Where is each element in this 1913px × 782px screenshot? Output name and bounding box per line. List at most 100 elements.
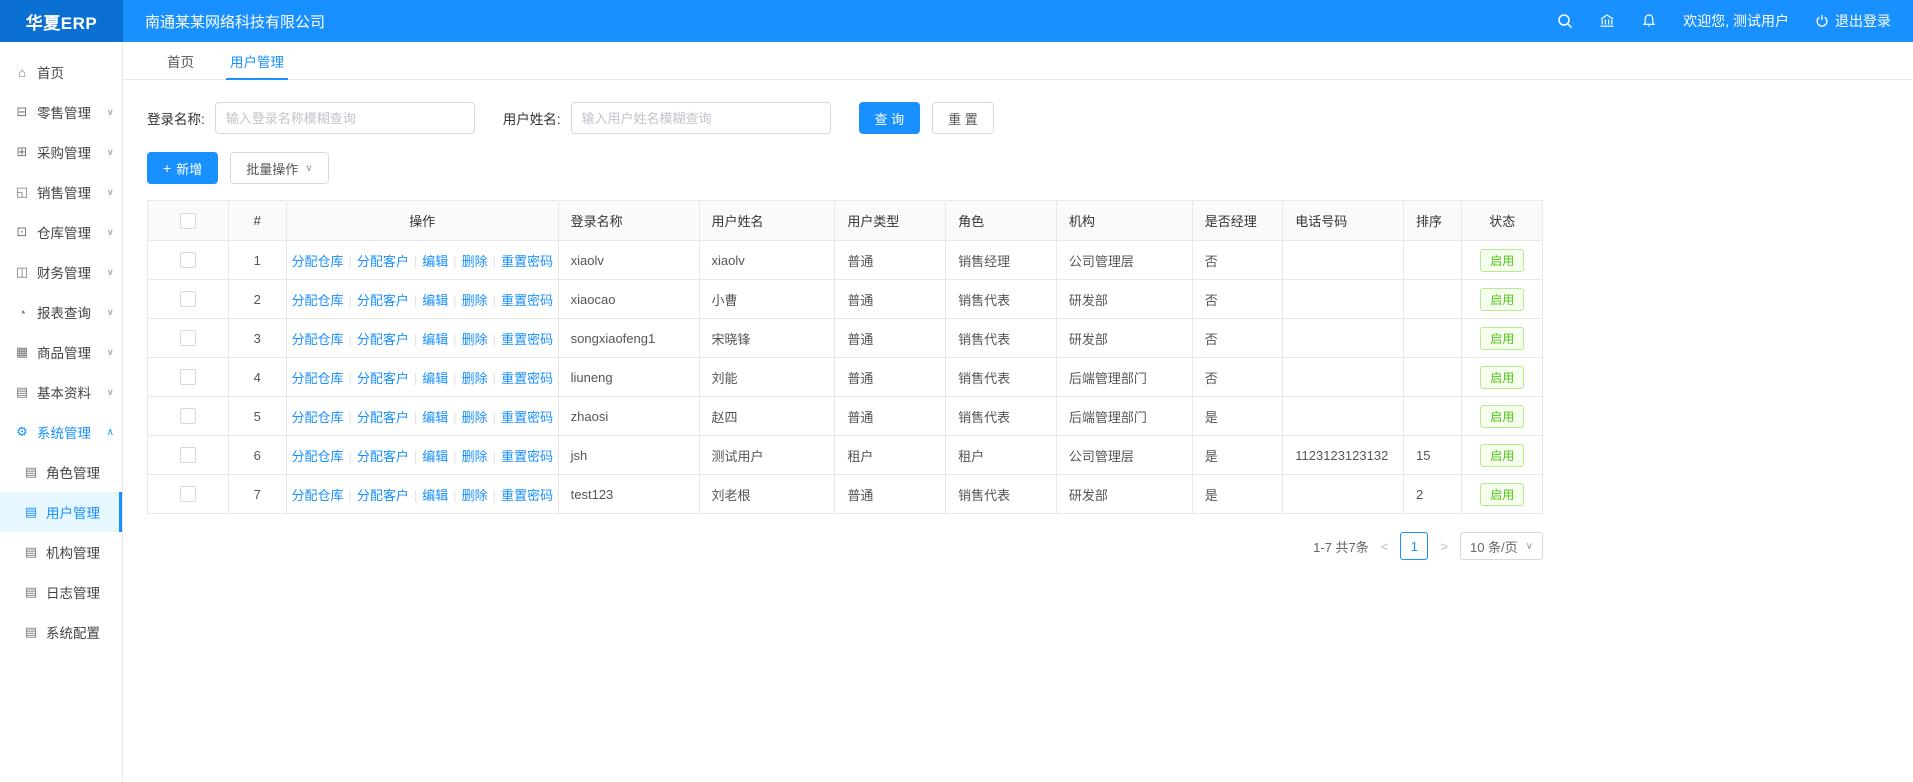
pagination: 1-7 共7条 < 1 > 10 条/页 ∨ bbox=[147, 532, 1543, 560]
link-divider: | bbox=[493, 254, 496, 269]
reset-password-link[interactable]: 重置密码 bbox=[501, 371, 553, 386]
edit-link[interactable]: 编辑 bbox=[422, 488, 448, 503]
current-page-button[interactable]: 1 bbox=[1400, 532, 1428, 560]
row-operations: 分配仓库|分配客户|编辑|删除|重置密码 bbox=[286, 319, 558, 358]
sidebar-subitem-org[interactable]: ▤机构管理 bbox=[0, 532, 122, 572]
table-row: 4分配仓库|分配客户|编辑|删除|重置密码liuneng刘能普通销售代表后端管理… bbox=[148, 358, 1543, 397]
row-checkbox[interactable] bbox=[180, 486, 196, 502]
sidebar-item-purchase[interactable]: ⊞采购管理∨ bbox=[0, 132, 122, 172]
search-button[interactable]: 查 询 bbox=[859, 102, 921, 134]
chevron-down-icon: ∨ bbox=[107, 307, 114, 318]
cell-user-name: 小曹 bbox=[699, 280, 835, 319]
assign-customer-link[interactable]: 分配客户 bbox=[357, 371, 409, 386]
sidebar-subitem-user[interactable]: ▤用户管理 bbox=[0, 492, 122, 532]
tab-user-management[interactable]: 用户管理 bbox=[212, 42, 302, 79]
reset-password-link[interactable]: 重置密码 bbox=[501, 254, 553, 269]
assign-customer-link[interactable]: 分配客户 bbox=[357, 254, 409, 269]
sidebar-item-basic-data[interactable]: ▤基本资料∨ bbox=[0, 372, 122, 412]
row-index: 7 bbox=[228, 475, 286, 514]
sidebar-item-report[interactable]: ◔报表查询∨ bbox=[0, 292, 122, 332]
tab-home[interactable]: 首页 bbox=[149, 42, 212, 79]
assign-warehouse-link[interactable]: 分配仓库 bbox=[291, 371, 343, 386]
assign-customer-link[interactable]: 分配客户 bbox=[357, 293, 409, 308]
delete-link[interactable]: 删除 bbox=[462, 371, 488, 386]
column-header-5: 角色 bbox=[946, 201, 1057, 241]
assign-customer-link[interactable]: 分配客户 bbox=[357, 488, 409, 503]
cell-role: 销售代表 bbox=[946, 358, 1057, 397]
link-divider: | bbox=[453, 371, 456, 386]
cell-status: 启用 bbox=[1462, 436, 1543, 475]
edit-link[interactable]: 编辑 bbox=[422, 410, 448, 425]
row-checkbox[interactable] bbox=[180, 330, 196, 346]
login-name-input[interactable] bbox=[215, 102, 475, 134]
reset-password-link[interactable]: 重置密码 bbox=[501, 410, 553, 425]
edit-link[interactable]: 编辑 bbox=[422, 254, 448, 269]
delete-link[interactable]: 删除 bbox=[462, 488, 488, 503]
page-size-select[interactable]: 10 条/页 ∨ bbox=[1460, 532, 1543, 560]
reset-password-link[interactable]: 重置密码 bbox=[501, 332, 553, 347]
edit-link[interactable]: 编辑 bbox=[422, 332, 448, 347]
select-all-checkbox[interactable] bbox=[180, 213, 196, 229]
delete-link[interactable]: 删除 bbox=[462, 332, 488, 347]
filter-bar: 登录名称: 用户姓名: 查 询 重 置 bbox=[147, 102, 1889, 134]
sidebar-item-warehouse[interactable]: ⊡仓库管理∨ bbox=[0, 212, 122, 252]
batch-actions-button[interactable]: 批量操作 ∨ bbox=[230, 152, 328, 184]
delete-link[interactable]: 删除 bbox=[462, 449, 488, 464]
row-checkbox[interactable] bbox=[180, 291, 196, 307]
link-divider: | bbox=[414, 254, 417, 269]
next-page-button[interactable]: > bbox=[1438, 539, 1450, 554]
cell-user-name: 刘能 bbox=[699, 358, 835, 397]
cell-status: 启用 bbox=[1462, 397, 1543, 436]
reset-password-link[interactable]: 重置密码 bbox=[501, 449, 553, 464]
document-icon: ▤ bbox=[23, 584, 39, 600]
edit-link[interactable]: 编辑 bbox=[422, 371, 448, 386]
select-all-header-cell bbox=[148, 201, 229, 241]
assign-customer-link[interactable]: 分配客户 bbox=[357, 449, 409, 464]
assign-warehouse-link[interactable]: 分配仓库 bbox=[291, 488, 343, 503]
sidebar-subitem-config[interactable]: ▤系统配置 bbox=[0, 612, 122, 652]
sidebar-item-home[interactable]: ⌂首页 bbox=[0, 52, 122, 92]
sidebar-item-goods[interactable]: ▦商品管理∨ bbox=[0, 332, 122, 372]
welcome-text: 欢迎您, 测试用户 bbox=[1683, 11, 1789, 31]
sidebar-subitem-role[interactable]: ▤角色管理 bbox=[0, 452, 122, 492]
tenant-bank-icon[interactable] bbox=[1599, 13, 1615, 29]
assign-warehouse-link[interactable]: 分配仓库 bbox=[291, 449, 343, 464]
cell-phone bbox=[1283, 280, 1404, 319]
assign-customer-link[interactable]: 分配客户 bbox=[357, 332, 409, 347]
add-button[interactable]: + 新增 bbox=[147, 152, 218, 184]
status-badge: 启用 bbox=[1480, 444, 1524, 467]
delete-link[interactable]: 删除 bbox=[462, 293, 488, 308]
assign-warehouse-link[interactable]: 分配仓库 bbox=[291, 293, 343, 308]
search-icon[interactable] bbox=[1557, 13, 1573, 29]
edit-link[interactable]: 编辑 bbox=[422, 449, 448, 464]
delete-link[interactable]: 删除 bbox=[462, 254, 488, 269]
row-checkbox[interactable] bbox=[180, 252, 196, 268]
sidebar-item-system[interactable]: ⚙系统管理∧ bbox=[0, 412, 122, 452]
prev-page-button[interactable]: < bbox=[1379, 539, 1391, 554]
row-select-cell bbox=[148, 436, 229, 475]
sidebar-item-sales[interactable]: ◱销售管理∨ bbox=[0, 172, 122, 212]
assign-warehouse-link[interactable]: 分配仓库 bbox=[291, 410, 343, 425]
row-checkbox[interactable] bbox=[180, 408, 196, 424]
cell-sort bbox=[1404, 241, 1462, 280]
reset-password-link[interactable]: 重置密码 bbox=[501, 293, 553, 308]
edit-link[interactable]: 编辑 bbox=[422, 293, 448, 308]
column-header-6: 机构 bbox=[1056, 201, 1192, 241]
assign-warehouse-link[interactable]: 分配仓库 bbox=[291, 254, 343, 269]
assign-warehouse-link[interactable]: 分配仓库 bbox=[291, 332, 343, 347]
logout-button[interactable]: 退出登录 bbox=[1815, 11, 1891, 31]
sidebar-item-retail[interactable]: ⊟零售管理∨ bbox=[0, 92, 122, 132]
link-divider: | bbox=[414, 410, 417, 425]
status-badge: 启用 bbox=[1480, 405, 1524, 428]
warehouse-icon: ⊡ bbox=[14, 224, 30, 240]
notification-bell-icon[interactable] bbox=[1641, 13, 1657, 29]
assign-customer-link[interactable]: 分配客户 bbox=[357, 410, 409, 425]
user-name-input[interactable] bbox=[571, 102, 831, 134]
reset-button[interactable]: 重 置 bbox=[932, 102, 994, 134]
row-checkbox[interactable] bbox=[180, 447, 196, 463]
row-checkbox[interactable] bbox=[180, 369, 196, 385]
delete-link[interactable]: 删除 bbox=[462, 410, 488, 425]
sidebar-subitem-log[interactable]: ▤日志管理 bbox=[0, 572, 122, 612]
sidebar-item-finance[interactable]: ◫财务管理∨ bbox=[0, 252, 122, 292]
reset-password-link[interactable]: 重置密码 bbox=[501, 488, 553, 503]
